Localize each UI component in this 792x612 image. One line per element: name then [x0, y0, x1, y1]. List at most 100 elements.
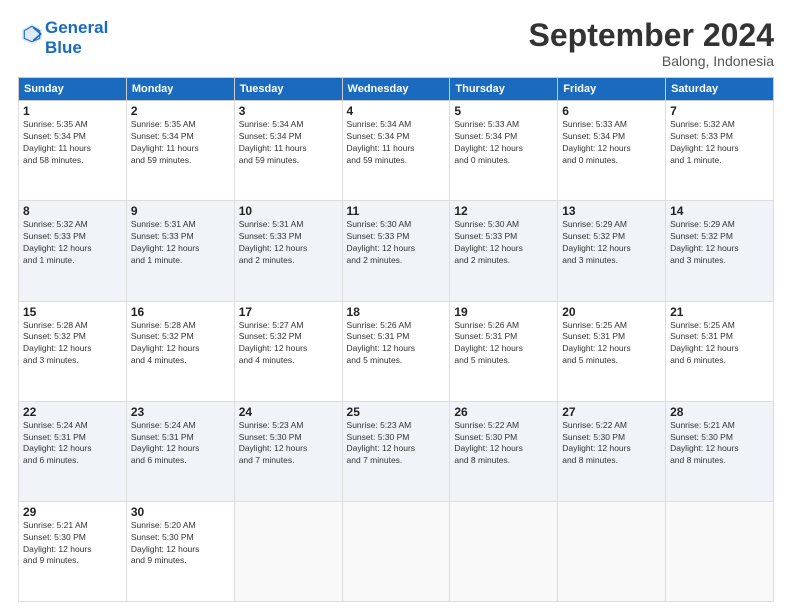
- day-info: Sunrise: 5:31 AMSunset: 5:33 PMDaylight:…: [131, 219, 230, 267]
- table-cell: 17Sunrise: 5:27 AMSunset: 5:32 PMDayligh…: [234, 301, 342, 401]
- day-info: Sunrise: 5:23 AMSunset: 5:30 PMDaylight:…: [347, 420, 446, 468]
- day-number: 2: [131, 104, 230, 118]
- day-number: 10: [239, 204, 338, 218]
- table-cell: 14Sunrise: 5:29 AMSunset: 5:32 PMDayligh…: [666, 201, 774, 301]
- calendar-row: 15Sunrise: 5:28 AMSunset: 5:32 PMDayligh…: [19, 301, 774, 401]
- logo-icon: [21, 23, 43, 45]
- day-number: 3: [239, 104, 338, 118]
- col-sunday: Sunday: [19, 78, 127, 101]
- logo-blue: Blue: [45, 38, 108, 58]
- table-cell: 18Sunrise: 5:26 AMSunset: 5:31 PMDayligh…: [342, 301, 450, 401]
- empty-cell: [558, 501, 666, 601]
- table-cell: 4Sunrise: 5:34 AMSunset: 5:34 PMDaylight…: [342, 101, 450, 201]
- empty-cell: [342, 501, 450, 601]
- day-info: Sunrise: 5:35 AMSunset: 5:34 PMDaylight:…: [131, 119, 230, 167]
- day-number: 26: [454, 405, 553, 419]
- day-info: Sunrise: 5:29 AMSunset: 5:32 PMDaylight:…: [670, 219, 769, 267]
- day-number: 12: [454, 204, 553, 218]
- day-info: Sunrise: 5:35 AMSunset: 5:34 PMDaylight:…: [23, 119, 122, 167]
- day-info: Sunrise: 5:30 AMSunset: 5:33 PMDaylight:…: [347, 219, 446, 267]
- day-info: Sunrise: 5:26 AMSunset: 5:31 PMDaylight:…: [347, 320, 446, 368]
- day-number: 30: [131, 505, 230, 519]
- day-number: 9: [131, 204, 230, 218]
- day-number: 22: [23, 405, 122, 419]
- day-info: Sunrise: 5:21 AMSunset: 5:30 PMDaylight:…: [23, 520, 122, 568]
- table-cell: 1Sunrise: 5:35 AMSunset: 5:34 PMDaylight…: [19, 101, 127, 201]
- header: General Blue September 2024 Balong, Indo…: [18, 18, 774, 69]
- table-cell: 15Sunrise: 5:28 AMSunset: 5:32 PMDayligh…: [19, 301, 127, 401]
- day-number: 1: [23, 104, 122, 118]
- col-monday: Monday: [126, 78, 234, 101]
- day-number: 5: [454, 104, 553, 118]
- table-cell: 3Sunrise: 5:34 AMSunset: 5:34 PMDaylight…: [234, 101, 342, 201]
- day-number: 4: [347, 104, 446, 118]
- day-info: Sunrise: 5:30 AMSunset: 5:33 PMDaylight:…: [454, 219, 553, 267]
- day-info: Sunrise: 5:29 AMSunset: 5:32 PMDaylight:…: [562, 219, 661, 267]
- day-number: 11: [347, 204, 446, 218]
- col-saturday: Saturday: [666, 78, 774, 101]
- table-cell: 22Sunrise: 5:24 AMSunset: 5:31 PMDayligh…: [19, 401, 127, 501]
- day-number: 17: [239, 305, 338, 319]
- day-info: Sunrise: 5:24 AMSunset: 5:31 PMDaylight:…: [23, 420, 122, 468]
- calendar-row: 1Sunrise: 5:35 AMSunset: 5:34 PMDaylight…: [19, 101, 774, 201]
- header-row: Sunday Monday Tuesday Wednesday Thursday…: [19, 78, 774, 101]
- table-cell: 7Sunrise: 5:32 AMSunset: 5:33 PMDaylight…: [666, 101, 774, 201]
- day-number: 23: [131, 405, 230, 419]
- day-info: Sunrise: 5:23 AMSunset: 5:30 PMDaylight:…: [239, 420, 338, 468]
- day-number: 16: [131, 305, 230, 319]
- table-cell: 30Sunrise: 5:20 AMSunset: 5:30 PMDayligh…: [126, 501, 234, 601]
- day-number: 20: [562, 305, 661, 319]
- day-number: 6: [562, 104, 661, 118]
- empty-cell: [234, 501, 342, 601]
- location: Balong, Indonesia: [529, 53, 774, 69]
- table-cell: 26Sunrise: 5:22 AMSunset: 5:30 PMDayligh…: [450, 401, 558, 501]
- day-number: 25: [347, 405, 446, 419]
- table-cell: 24Sunrise: 5:23 AMSunset: 5:30 PMDayligh…: [234, 401, 342, 501]
- table-cell: 27Sunrise: 5:22 AMSunset: 5:30 PMDayligh…: [558, 401, 666, 501]
- calendar-table: Sunday Monday Tuesday Wednesday Thursday…: [18, 77, 774, 602]
- page: General Blue September 2024 Balong, Indo…: [0, 0, 792, 612]
- day-number: 19: [454, 305, 553, 319]
- table-cell: 12Sunrise: 5:30 AMSunset: 5:33 PMDayligh…: [450, 201, 558, 301]
- day-info: Sunrise: 5:33 AMSunset: 5:34 PMDaylight:…: [454, 119, 553, 167]
- day-info: Sunrise: 5:26 AMSunset: 5:31 PMDaylight:…: [454, 320, 553, 368]
- logo: General Blue: [18, 18, 108, 57]
- day-number: 14: [670, 204, 769, 218]
- table-cell: 5Sunrise: 5:33 AMSunset: 5:34 PMDaylight…: [450, 101, 558, 201]
- table-cell: 10Sunrise: 5:31 AMSunset: 5:33 PMDayligh…: [234, 201, 342, 301]
- col-tuesday: Tuesday: [234, 78, 342, 101]
- day-number: 28: [670, 405, 769, 419]
- day-info: Sunrise: 5:21 AMSunset: 5:30 PMDaylight:…: [670, 420, 769, 468]
- day-info: Sunrise: 5:22 AMSunset: 5:30 PMDaylight:…: [562, 420, 661, 468]
- day-info: Sunrise: 5:33 AMSunset: 5:34 PMDaylight:…: [562, 119, 661, 167]
- calendar-row: 29Sunrise: 5:21 AMSunset: 5:30 PMDayligh…: [19, 501, 774, 601]
- day-info: Sunrise: 5:25 AMSunset: 5:31 PMDaylight:…: [562, 320, 661, 368]
- calendar-row: 8Sunrise: 5:32 AMSunset: 5:33 PMDaylight…: [19, 201, 774, 301]
- table-cell: 21Sunrise: 5:25 AMSunset: 5:31 PMDayligh…: [666, 301, 774, 401]
- col-friday: Friday: [558, 78, 666, 101]
- day-info: Sunrise: 5:34 AMSunset: 5:34 PMDaylight:…: [347, 119, 446, 167]
- day-number: 7: [670, 104, 769, 118]
- day-info: Sunrise: 5:31 AMSunset: 5:33 PMDaylight:…: [239, 219, 338, 267]
- col-thursday: Thursday: [450, 78, 558, 101]
- day-number: 24: [239, 405, 338, 419]
- table-cell: 9Sunrise: 5:31 AMSunset: 5:33 PMDaylight…: [126, 201, 234, 301]
- table-cell: 20Sunrise: 5:25 AMSunset: 5:31 PMDayligh…: [558, 301, 666, 401]
- day-info: Sunrise: 5:25 AMSunset: 5:31 PMDaylight:…: [670, 320, 769, 368]
- table-cell: 19Sunrise: 5:26 AMSunset: 5:31 PMDayligh…: [450, 301, 558, 401]
- table-cell: 6Sunrise: 5:33 AMSunset: 5:34 PMDaylight…: [558, 101, 666, 201]
- day-info: Sunrise: 5:32 AMSunset: 5:33 PMDaylight:…: [670, 119, 769, 167]
- day-info: Sunrise: 5:20 AMSunset: 5:30 PMDaylight:…: [131, 520, 230, 568]
- table-cell: 11Sunrise: 5:30 AMSunset: 5:33 PMDayligh…: [342, 201, 450, 301]
- day-number: 8: [23, 204, 122, 218]
- empty-cell: [666, 501, 774, 601]
- calendar-row: 22Sunrise: 5:24 AMSunset: 5:31 PMDayligh…: [19, 401, 774, 501]
- day-number: 21: [670, 305, 769, 319]
- table-cell: 28Sunrise: 5:21 AMSunset: 5:30 PMDayligh…: [666, 401, 774, 501]
- table-cell: 2Sunrise: 5:35 AMSunset: 5:34 PMDaylight…: [126, 101, 234, 201]
- table-cell: 23Sunrise: 5:24 AMSunset: 5:31 PMDayligh…: [126, 401, 234, 501]
- day-number: 18: [347, 305, 446, 319]
- title-block: September 2024 Balong, Indonesia: [529, 18, 774, 69]
- day-number: 27: [562, 405, 661, 419]
- month-title: September 2024: [529, 18, 774, 53]
